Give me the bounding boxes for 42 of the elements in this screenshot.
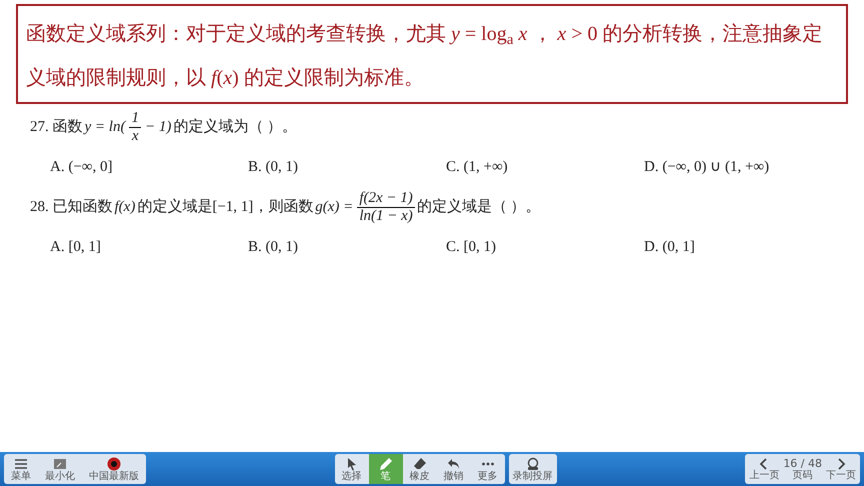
tool-button[interactable]: 选择 bbox=[334, 454, 369, 484]
answer-option: C. (1, +∞) bbox=[446, 156, 644, 178]
math-expression: g(x) = bbox=[314, 198, 354, 217]
question-text: 的定义域是（ ）。 bbox=[416, 197, 540, 217]
circle-logo-icon bbox=[107, 456, 121, 470]
question-text: 的定义域为（ ）。 bbox=[173, 117, 298, 137]
answer-option: A. [0, 1] bbox=[50, 236, 248, 258]
fraction-numerator: 1 bbox=[130, 110, 140, 126]
math-expression: − 1) bbox=[144, 118, 172, 137]
undo-icon bbox=[446, 456, 461, 470]
toolbar-button[interactable]: 菜单 bbox=[4, 454, 38, 484]
eraser-icon bbox=[412, 456, 427, 470]
question-text: 28. 已知函数 bbox=[30, 198, 112, 217]
answer-option: D. (0, 1] bbox=[644, 236, 854, 258]
toolbar-button[interactable]: 最小化 bbox=[38, 454, 82, 484]
tool-button[interactable]: 撤销 bbox=[436, 454, 471, 484]
note-text: 函数定义域系列：对于定义域的考查转换，尤其 y = log$_{a}$ x ， x > 0 的分析转换，注意抽象定义域的限制规则，以 f(x) 的定义限制为标准。 bbox=[26, 22, 824, 91]
math-expression: f(x) bbox=[114, 198, 136, 217]
fraction-numerator: f(2x − 1) bbox=[358, 190, 414, 206]
question-text: 的定义域是[−1, 1]，则函数 bbox=[137, 197, 314, 217]
toolbar-button[interactable]: 中国最新版 bbox=[82, 454, 146, 484]
answer-option: A. (−∞, 0] bbox=[50, 156, 248, 178]
answer-option: B. (0, 1) bbox=[248, 236, 446, 258]
fraction-denominator: ln(1 − x) bbox=[358, 208, 414, 224]
page-label: 页码 bbox=[792, 470, 813, 481]
page-number: 16 / 48 bbox=[783, 457, 822, 470]
question-text: 27. 函数 bbox=[30, 118, 82, 137]
menu-icon bbox=[14, 456, 28, 470]
chevron-right-icon bbox=[836, 458, 846, 470]
pen-icon bbox=[378, 456, 393, 470]
math-expression: y = ln( bbox=[82, 118, 128, 137]
tool-button[interactable]: 更多 bbox=[470, 454, 505, 484]
tool-button[interactable]: 橡皮 bbox=[402, 454, 437, 484]
record-button[interactable]: 录制投屏 bbox=[508, 454, 557, 484]
answer-option: B. (0, 1) bbox=[248, 156, 446, 178]
next-page-button[interactable]: 下一页 bbox=[826, 458, 856, 480]
fraction-denominator: x bbox=[130, 128, 140, 144]
window-icon bbox=[53, 456, 67, 470]
answer-option: C. [0, 1) bbox=[446, 236, 644, 258]
chevron-left-icon bbox=[759, 458, 770, 470]
prev-page-button[interactable]: 上一页 bbox=[749, 458, 780, 480]
answer-option: D. (−∞, 0) ∪ (1, +∞) bbox=[644, 156, 854, 178]
